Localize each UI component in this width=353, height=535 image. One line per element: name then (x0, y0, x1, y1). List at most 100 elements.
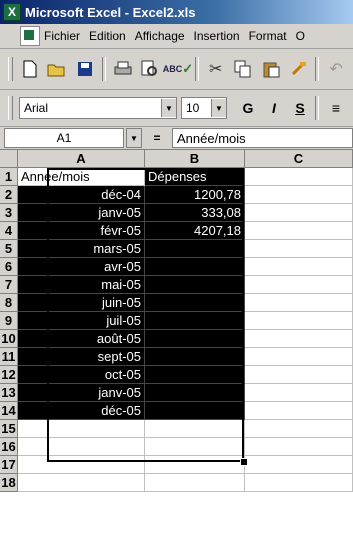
cell-c[interactable] (245, 186, 353, 204)
cell-b[interactable] (145, 294, 245, 312)
menu-affichage[interactable]: Affichage (135, 29, 185, 43)
cell-a[interactable] (18, 456, 145, 474)
cell-b[interactable] (145, 330, 245, 348)
undo-icon[interactable]: ↶ (325, 58, 347, 80)
row-header[interactable]: 18 (0, 474, 18, 492)
chevron-down-icon[interactable]: ▼ (161, 99, 176, 117)
menu-insertion[interactable]: Insertion (194, 29, 240, 43)
cell-c[interactable] (245, 168, 353, 186)
row-header[interactable]: 1 (0, 168, 18, 186)
copy-icon[interactable] (233, 58, 255, 80)
row-header[interactable]: 13 (0, 384, 18, 402)
cell-a[interactable]: mai-05 (18, 276, 145, 294)
column-header-a[interactable]: A (18, 150, 145, 168)
menu-outils[interactable]: O (296, 29, 305, 43)
column-header-c[interactable]: C (245, 150, 353, 168)
save-icon[interactable] (74, 58, 96, 80)
cell-c[interactable] (245, 312, 353, 330)
row-header[interactable]: 10 (0, 330, 18, 348)
print-preview-icon[interactable] (139, 58, 161, 80)
cell-c[interactable] (245, 366, 353, 384)
italic-button[interactable]: I (263, 97, 285, 119)
cell-b[interactable] (145, 474, 245, 492)
column-header-b[interactable]: B (145, 150, 245, 168)
chevron-down-icon[interactable]: ▼ (126, 128, 142, 148)
toolbar-grip[interactable] (8, 57, 13, 81)
excel-icon[interactable]: X (3, 3, 21, 21)
name-box[interactable]: A1 (4, 128, 124, 148)
underline-button[interactable]: S (289, 97, 311, 119)
cell-a[interactable]: août-05 (18, 330, 145, 348)
cell-c[interactable] (245, 348, 353, 366)
cell-a[interactable]: juin-05 (18, 294, 145, 312)
cell-c[interactable] (245, 240, 353, 258)
cell-c[interactable] (245, 402, 353, 420)
row-header[interactable]: 5 (0, 240, 18, 258)
cell-b[interactable] (145, 312, 245, 330)
cell-b[interactable]: 4207,18 (145, 222, 245, 240)
menu-fichier[interactable]: Fichier (44, 29, 80, 43)
row-header[interactable]: 15 (0, 420, 18, 438)
cell-a[interactable] (18, 474, 145, 492)
row-header[interactable]: 2 (0, 186, 18, 204)
row-header[interactable]: 3 (0, 204, 18, 222)
row-header[interactable]: 4 (0, 222, 18, 240)
cell-b[interactable] (145, 348, 245, 366)
cell-b[interactable]: 333,08 (145, 204, 245, 222)
cell-a[interactable]: déc-04 (18, 186, 145, 204)
cell-c[interactable] (245, 474, 353, 492)
cell-b[interactable] (145, 438, 245, 456)
formula-input[interactable]: Année/mois (172, 128, 353, 148)
cell-a[interactable]: janv-05 (18, 204, 145, 222)
select-all-corner[interactable] (0, 150, 18, 168)
worksheet-grid[interactable]: A B C 1 Année/mois Dépenses 2 déc-04 1200,78 3… (0, 150, 353, 535)
cell-b[interactable] (145, 276, 245, 294)
cell-c[interactable] (245, 384, 353, 402)
row-header[interactable]: 17 (0, 456, 18, 474)
cell-a[interactable] (18, 438, 145, 456)
fill-handle[interactable] (240, 458, 248, 466)
toolbar-grip[interactable] (8, 96, 13, 120)
align-left-icon[interactable]: ≡ (325, 97, 347, 119)
row-header[interactable]: 16 (0, 438, 18, 456)
row-header[interactable]: 8 (0, 294, 18, 312)
cell-b[interactable] (145, 456, 245, 474)
cell-b[interactable] (145, 402, 245, 420)
cell-b[interactable] (145, 258, 245, 276)
print-icon[interactable] (112, 58, 134, 80)
cell-c[interactable] (245, 438, 353, 456)
cell-c[interactable] (245, 276, 353, 294)
cell-c[interactable] (245, 420, 353, 438)
row-header[interactable]: 7 (0, 276, 18, 294)
row-header[interactable]: 14 (0, 402, 18, 420)
cell-a[interactable]: Année/mois (18, 168, 145, 186)
formula-equals[interactable]: = (142, 131, 172, 145)
row-header[interactable]: 11 (0, 348, 18, 366)
cell-c[interactable] (245, 330, 353, 348)
spelling-icon[interactable]: ABC ✓ (163, 58, 193, 80)
cell-a[interactable]: avr-05 (18, 258, 145, 276)
font-name-select[interactable]: Arial ▼ (19, 97, 177, 119)
row-header[interactable]: 6 (0, 258, 18, 276)
font-size-select[interactable]: 10 ▼ (181, 97, 227, 119)
cell-a[interactable]: déc-05 (18, 402, 145, 420)
cell-a[interactable]: févr-05 (18, 222, 145, 240)
cell-b[interactable] (145, 420, 245, 438)
bold-button[interactable]: G (237, 97, 259, 119)
new-icon[interactable] (19, 58, 41, 80)
open-icon[interactable] (47, 58, 69, 80)
cell-a[interactable] (18, 420, 145, 438)
cell-b[interactable] (145, 240, 245, 258)
row-header[interactable]: 12 (0, 366, 18, 384)
row-header[interactable]: 9 (0, 312, 18, 330)
cell-c[interactable] (245, 258, 353, 276)
menu-format[interactable]: Format (249, 29, 287, 43)
cell-c[interactable] (245, 294, 353, 312)
workbook-icon[interactable] (20, 26, 40, 46)
cell-a[interactable]: mars-05 (18, 240, 145, 258)
cut-icon[interactable]: ✂ (205, 58, 227, 80)
cell-c[interactable] (245, 456, 353, 474)
cell-a[interactable]: juil-05 (18, 312, 145, 330)
cell-a[interactable]: sept-05 (18, 348, 145, 366)
cell-a[interactable]: oct-05 (18, 366, 145, 384)
